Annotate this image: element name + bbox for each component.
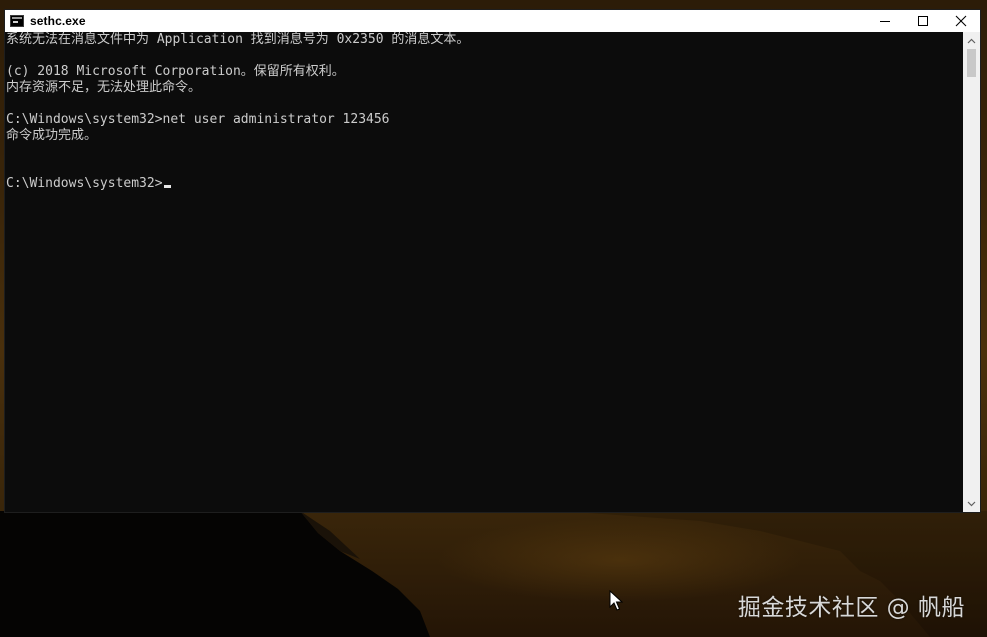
minimize-button[interactable]: [866, 10, 904, 32]
console-output[interactable]: 系统无法在消息文件中为 Application 找到消息号为 0x2350 的消…: [5, 32, 963, 512]
close-button[interactable]: [942, 10, 980, 32]
console-line: 系统无法在消息文件中为 Application 找到消息号为 0x2350 的消…: [6, 32, 470, 47]
close-icon: [955, 15, 967, 27]
watermark-text: 掘金技术社区 @ 帆船: [737, 595, 965, 621]
maximize-button[interactable]: [904, 10, 942, 32]
console-line: (c) 2018 Microsoft Corporation。保留所有权利。: [6, 64, 345, 79]
title-bar[interactable]: sethc.exe: [5, 10, 980, 32]
scroll-up-button[interactable]: [963, 32, 980, 49]
text-cursor: [163, 185, 171, 188]
console-line: 内存资源不足，无法处理此命令。: [6, 80, 202, 95]
window-controls: [866, 10, 980, 32]
scroll-down-button[interactable]: [963, 495, 980, 512]
chevron-down-icon: [967, 501, 976, 506]
console-icon: [10, 15, 24, 27]
console-line: 命令成功完成。: [6, 128, 98, 143]
maximize-icon: [918, 16, 928, 26]
command-prompt: C:\Windows\system32>: [6, 176, 163, 191]
chevron-up-icon: [967, 38, 976, 43]
console-line: C:\Windows\system32>net user administrat…: [6, 112, 390, 127]
mouse-pointer-icon: [609, 590, 623, 611]
console-window: sethc.exe 系统无法在消息文件中为 Application 找到消息号为…: [4, 9, 981, 513]
console-prompt-line[interactable]: C:\Windows\system32>: [6, 176, 963, 192]
minimize-icon: [880, 21, 890, 22]
scroll-thumb[interactable]: [967, 49, 976, 77]
window-title: sethc.exe: [30, 14, 86, 28]
vertical-scrollbar[interactable]: [963, 32, 980, 512]
